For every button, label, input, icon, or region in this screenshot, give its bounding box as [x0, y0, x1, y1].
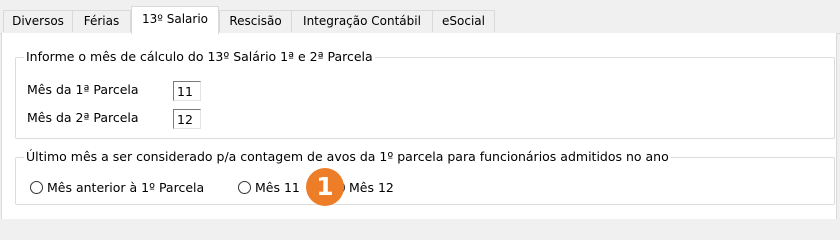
step-number-badge: 1 — [306, 168, 344, 206]
first-installment-label: Mês da 1ª Parcela — [27, 82, 139, 97]
tab-13-salario[interactable]: 13º Salario — [131, 6, 219, 34]
avos-month-group: Último mês a ser considerado p/a contage… — [15, 149, 835, 205]
radio-label: Mês 12 — [349, 180, 394, 195]
tab-esocial[interactable]: eSocial — [432, 10, 495, 32]
second-installment-month-input[interactable] — [173, 109, 201, 129]
avos-month-group-title: Último mês a ser considerado p/a contage… — [24, 149, 671, 164]
tab-ferias[interactable]: Férias — [72, 10, 131, 32]
radio-label: Mês anterior à 1º Parcela — [47, 180, 205, 195]
tab-panel-13-salario: Informe o mês de cálculo do 13º Salário … — [1, 33, 837, 219]
calculation-month-group-title: Informe o mês de cálculo do 13º Salário … — [24, 49, 375, 64]
tab-integracao-contabil[interactable]: Integração Contábil — [291, 10, 433, 32]
radio-month-11[interactable]: Mês 11 — [238, 180, 300, 195]
radio-button-circle[interactable] — [30, 181, 43, 194]
radio-month-before-first-installment[interactable]: Mês anterior à 1º Parcela — [30, 180, 204, 195]
tab-rescisao[interactable]: Rescisão — [219, 10, 292, 32]
tab-bar: Diversos Férias 13º Salario Rescisão Int… — [0, 6, 840, 34]
first-installment-month-input[interactable] — [173, 81, 201, 101]
radio-button-circle[interactable] — [238, 181, 251, 194]
second-installment-label: Mês da 2ª Parcela — [27, 110, 139, 125]
calculation-month-group: Informe o mês de cálculo do 13º Salário … — [15, 49, 835, 139]
tab-diversos[interactable]: Diversos — [3, 10, 73, 32]
radio-label: Mês 11 — [255, 180, 300, 195]
